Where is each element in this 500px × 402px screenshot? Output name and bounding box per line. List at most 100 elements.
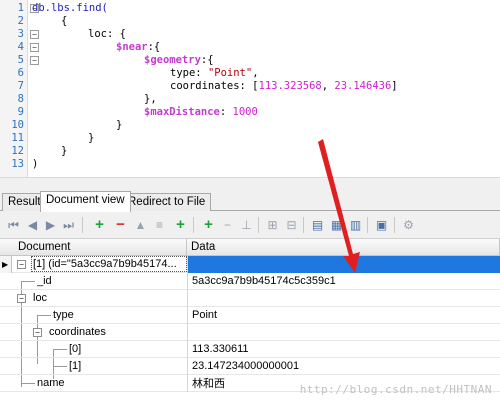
- query-editor[interactable]: 1 2 3 4 5 6 7 8 9 10 11 12 13 − − − − db…: [0, 0, 500, 178]
- operator-token: $geometry: [144, 54, 201, 66]
- fold-toggle-icon[interactable]: −: [30, 43, 39, 52]
- code-text: :{: [147, 41, 161, 53]
- code-text: loc: {: [88, 28, 126, 40]
- line-number: 13: [11, 158, 24, 170]
- line-number: 5: [17, 54, 24, 66]
- expand-all-icon[interactable]: ⊞: [264, 216, 281, 234]
- table-row[interactable]: _id 5a3cc9a7b9b45174c5c359c1: [0, 273, 500, 290]
- toolbar-separator: [258, 217, 259, 233]
- code-text: },: [144, 93, 157, 105]
- tree-view-icon[interactable]: ▤: [309, 216, 326, 234]
- column-header-document[interactable]: Document: [0, 239, 187, 256]
- fold-toggle-icon[interactable]: −: [30, 30, 39, 39]
- table-row-root[interactable]: ▶ − [1] (id="5a3cc9a7b9b45174...: [0, 256, 500, 273]
- code-text: type:: [170, 67, 208, 79]
- insert-field-icon[interactable]: +: [200, 216, 217, 234]
- table-row[interactable]: − loc: [0, 290, 500, 307]
- field-value: Point: [187, 307, 500, 324]
- last-page-icon[interactable]: ⏭: [60, 216, 77, 234]
- toolbar-separator: [303, 217, 304, 233]
- add-document-icon[interactable]: +: [91, 216, 108, 234]
- field-value: [187, 290, 500, 307]
- tab-redirect-to-file[interactable]: Redirect to File: [122, 193, 212, 211]
- field-name: [0]: [69, 343, 82, 355]
- line-number: 10: [11, 119, 24, 131]
- table-row[interactable]: − coordinates: [0, 324, 500, 341]
- code-text: ): [32, 158, 39, 170]
- line-number: 2: [17, 15, 24, 27]
- code-text: }: [88, 132, 95, 144]
- root-document-label: [1] (id="5a3cc9a7b9b45174...: [31, 256, 187, 272]
- code-text: :{: [200, 54, 214, 66]
- code-text: db.lbs.find(: [32, 2, 108, 14]
- code-line-4: $near:{: [116, 41, 160, 54]
- first-page-icon[interactable]: ⏮: [5, 216, 22, 234]
- tree-connector: [21, 281, 35, 282]
- previous-page-icon[interactable]: ◀: [24, 216, 41, 234]
- settings-gear-icon[interactable]: ⚙: [400, 216, 417, 234]
- code-text: coordinates: [: [170, 80, 259, 92]
- collapse-icon[interactable]: ⊥: [238, 216, 255, 234]
- collapse-node-icon[interactable]: −: [33, 328, 42, 337]
- tree-connector: [53, 349, 67, 350]
- table-row[interactable]: [0] 113.330611: [0, 341, 500, 358]
- toolbar-separator: [367, 217, 368, 233]
- table-row[interactable]: [1] 23.147234000000001: [0, 358, 500, 375]
- field-name: name: [37, 377, 65, 389]
- code-text: {: [61, 15, 68, 27]
- code-line-5: $geometry:{: [144, 54, 214, 67]
- code-line-7: coordinates: [113.323568, 23.146436]: [170, 80, 398, 93]
- tab-document-view[interactable]: Document view: [40, 191, 131, 212]
- collapse-all-icon[interactable]: ⊟: [283, 216, 300, 234]
- move-up-icon[interactable]: ▲: [132, 216, 149, 234]
- code-line-9: $maxDistance: 1000: [144, 106, 258, 119]
- tree-connector: [37, 315, 51, 316]
- field-value: 5a3cc9a7b9b45174c5c359c1: [187, 273, 500, 290]
- number-token: 113.323568: [258, 80, 322, 92]
- next-page-icon[interactable]: ▶: [42, 216, 59, 234]
- line-number: 11: [11, 132, 24, 144]
- line-number: 1: [17, 2, 24, 14]
- delete-document-icon[interactable]: −: [112, 216, 129, 234]
- line-number: 8: [17, 93, 24, 105]
- result-tab-bar: Result Document view Redirect to File: [0, 190, 500, 212]
- field-value: 113.330611: [187, 341, 500, 358]
- column-header-label: Document: [18, 241, 71, 253]
- remove-field-icon[interactable]: −: [219, 216, 236, 234]
- tree-connector: [21, 383, 35, 384]
- code-line-13: ): [32, 158, 38, 171]
- line-number: 12: [11, 145, 24, 157]
- move-down-icon[interactable]: ≡: [151, 216, 168, 234]
- number-token: 23.146436: [334, 80, 392, 92]
- line-number: 6: [17, 67, 24, 79]
- toolbar-separator: [394, 217, 395, 233]
- column-header-data[interactable]: Data: [187, 239, 500, 256]
- code-text: }: [61, 145, 68, 157]
- selected-value-cell: [187, 256, 500, 273]
- code-text: ,: [321, 80, 335, 92]
- code-line-2: {: [61, 15, 67, 28]
- table-row[interactable]: type Point: [0, 307, 500, 324]
- collapse-node-icon[interactable]: −: [17, 260, 26, 269]
- text-view-icon[interactable]: ▥: [347, 216, 364, 234]
- field-value: 23.147234000000001: [187, 358, 500, 375]
- string-token: "Point": [207, 67, 253, 79]
- export-icon[interactable]: ▣: [373, 216, 390, 234]
- add-field-icon[interactable]: +: [172, 216, 189, 234]
- collapse-node-icon[interactable]: −: [17, 294, 26, 303]
- code-text: ]: [391, 80, 398, 92]
- code-text: }: [116, 119, 123, 131]
- code-line-11: }: [88, 132, 94, 145]
- document-toolbar: ⏮ ◀ ▶ ⏭ + − ▲ ≡ + + − ⊥ ⊞ ⊟ ▤ ▦ ▥ ▣ ⚙: [0, 212, 500, 239]
- field-name: loc: [33, 292, 48, 304]
- toolbar-separator: [193, 217, 194, 233]
- code-line-6: type: "Point",: [170, 67, 259, 80]
- grid-view-icon[interactable]: ▦: [328, 216, 345, 234]
- toolbar-separator: [82, 217, 83, 233]
- column-header-label: Data: [191, 241, 216, 253]
- code-line-1: db.lbs.find(: [32, 2, 108, 15]
- number-token: 1000: [232, 106, 258, 118]
- line-number: 9: [17, 106, 24, 118]
- operator-token: $near: [116, 41, 148, 53]
- fold-toggle-icon[interactable]: −: [30, 56, 39, 65]
